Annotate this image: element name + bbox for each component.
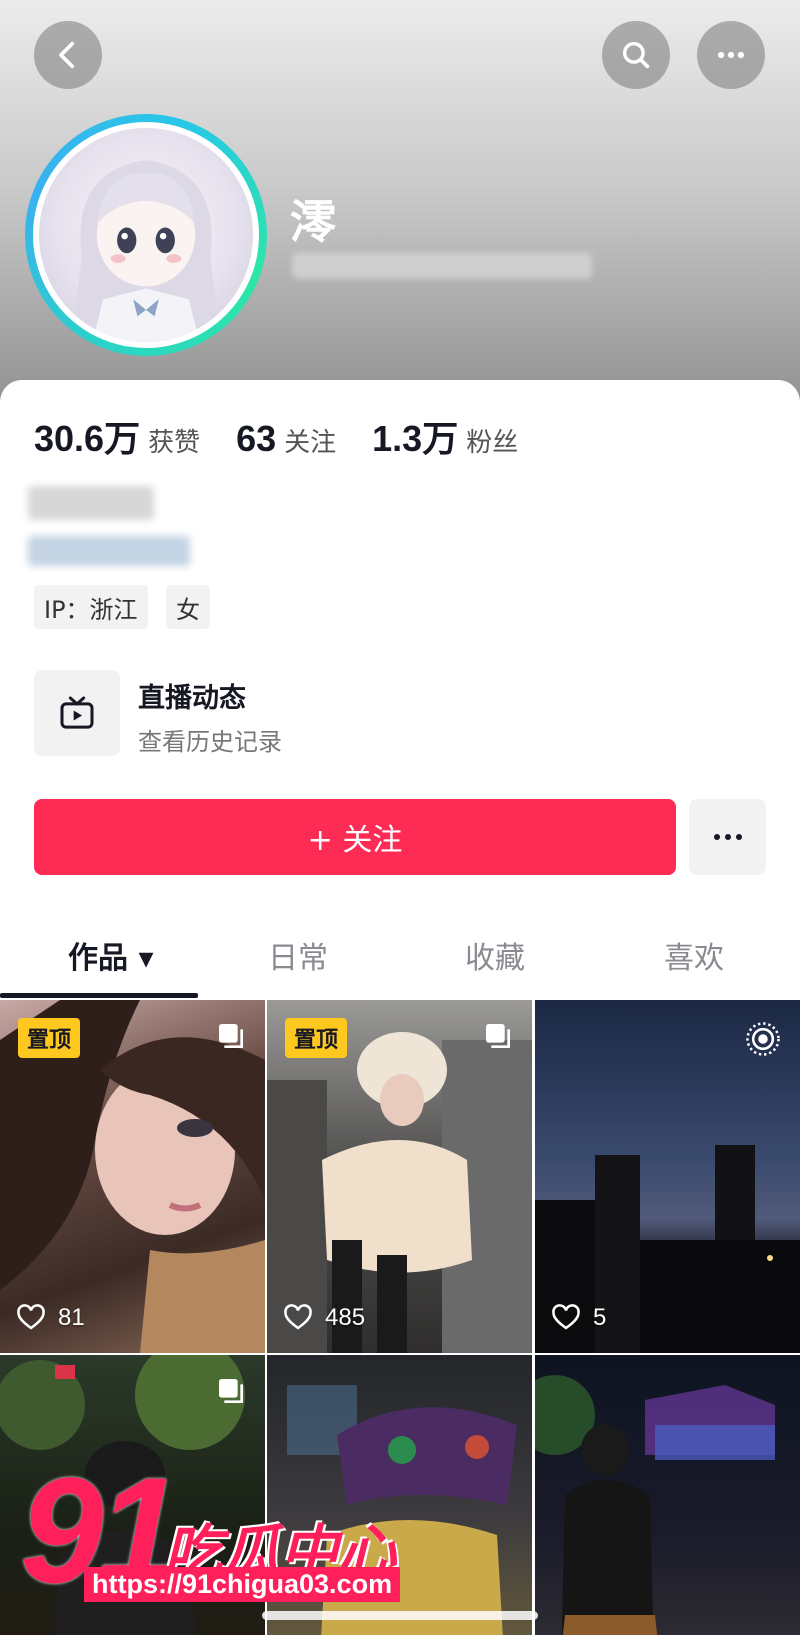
watermark-url: https://91chigua03.com <box>84 1567 401 1602</box>
back-button[interactable] <box>34 21 102 89</box>
stat-following[interactable]: 63 关注 <box>236 418 336 460</box>
stat-following-value: 63 <box>236 418 277 459</box>
multi-image-icon <box>486 1024 510 1048</box>
post-likes-count: 81 <box>58 1304 85 1331</box>
gender-tag: 女 <box>166 585 210 629</box>
more-horizontal-icon <box>713 834 742 840</box>
chevron-left-icon <box>59 41 75 69</box>
multi-image-icon <box>219 1379 243 1403</box>
post-likes: 5 <box>551 1303 606 1333</box>
multi-image-icon <box>219 1024 243 1048</box>
content-tabs: 作品 ▾ 日常 收藏 喜欢 <box>0 925 800 999</box>
follow-more-button[interactable] <box>689 799 766 875</box>
tab-likes[interactable]: 喜欢 <box>664 933 724 977</box>
profile-name: 澪 <box>290 195 336 249</box>
ip-location-tag: IP：浙江 <box>34 585 148 629</box>
more-options-button[interactable] <box>697 21 765 89</box>
stat-likes-value: 30.6万 <box>34 418 141 459</box>
stat-followers-value: 1.3万 <box>372 418 459 459</box>
post-thumbnail[interactable] <box>535 1355 800 1635</box>
avatar-image <box>39 128 253 342</box>
stat-followers[interactable]: 1.3万 粉丝 <box>372 410 518 462</box>
stat-likes[interactable]: 30.6万 获赞 <box>34 410 200 462</box>
post-thumbnail[interactable]: 5 <box>535 1000 800 1353</box>
tv-icon <box>60 696 94 729</box>
post-likes-count: 485 <box>325 1304 366 1331</box>
heart-icon <box>284 1304 312 1330</box>
live-photo-icon <box>746 1022 780 1056</box>
pinned-badge: 置顶 <box>18 1018 81 1058</box>
search-icon <box>622 41 650 69</box>
tab-favorites[interactable]: 收藏 <box>465 933 525 977</box>
redacted-bio-link <box>28 536 190 566</box>
live-subtitle[interactable]: 查看历史记录 <box>138 722 282 757</box>
redacted-account-id <box>292 253 592 279</box>
stat-likes-label: 获赞 <box>148 428 201 458</box>
watermark-logo: 91 吃瓜中心 https://91chigua03.com <box>14 1455 434 1630</box>
post-likes: 485 <box>283 1303 365 1333</box>
avatar[interactable] <box>25 114 267 356</box>
live-history-button[interactable] <box>34 670 120 756</box>
tab-daily[interactable]: 日常 <box>268 933 328 977</box>
search-button[interactable] <box>602 21 670 89</box>
more-horizontal-icon <box>717 51 745 59</box>
pinned-badge: 置顶 <box>285 1018 348 1058</box>
profile-stats: 30.6万 获赞 63 关注 1.3万 粉丝 <box>34 410 554 462</box>
home-indicator[interactable] <box>262 1611 538 1620</box>
follow-button[interactable]: + 关注 <box>34 799 676 875</box>
heart-icon <box>552 1304 580 1330</box>
post-thumbnail[interactable]: 置顶 81 <box>0 1000 265 1353</box>
redacted-bio-line <box>28 486 154 520</box>
post-likes: 81 <box>16 1303 85 1333</box>
post-likes-count: 5 <box>593 1304 607 1331</box>
stat-following-label: 关注 <box>284 428 337 458</box>
tab-works[interactable]: 作品 ▾ <box>68 933 154 977</box>
live-title[interactable]: 直播动态 <box>138 676 246 715</box>
active-tab-indicator <box>0 993 198 998</box>
stat-followers-label: 粉丝 <box>466 428 519 458</box>
heart-icon <box>17 1304 45 1330</box>
post-thumbnail[interactable]: 置顶 485 <box>267 1000 532 1353</box>
